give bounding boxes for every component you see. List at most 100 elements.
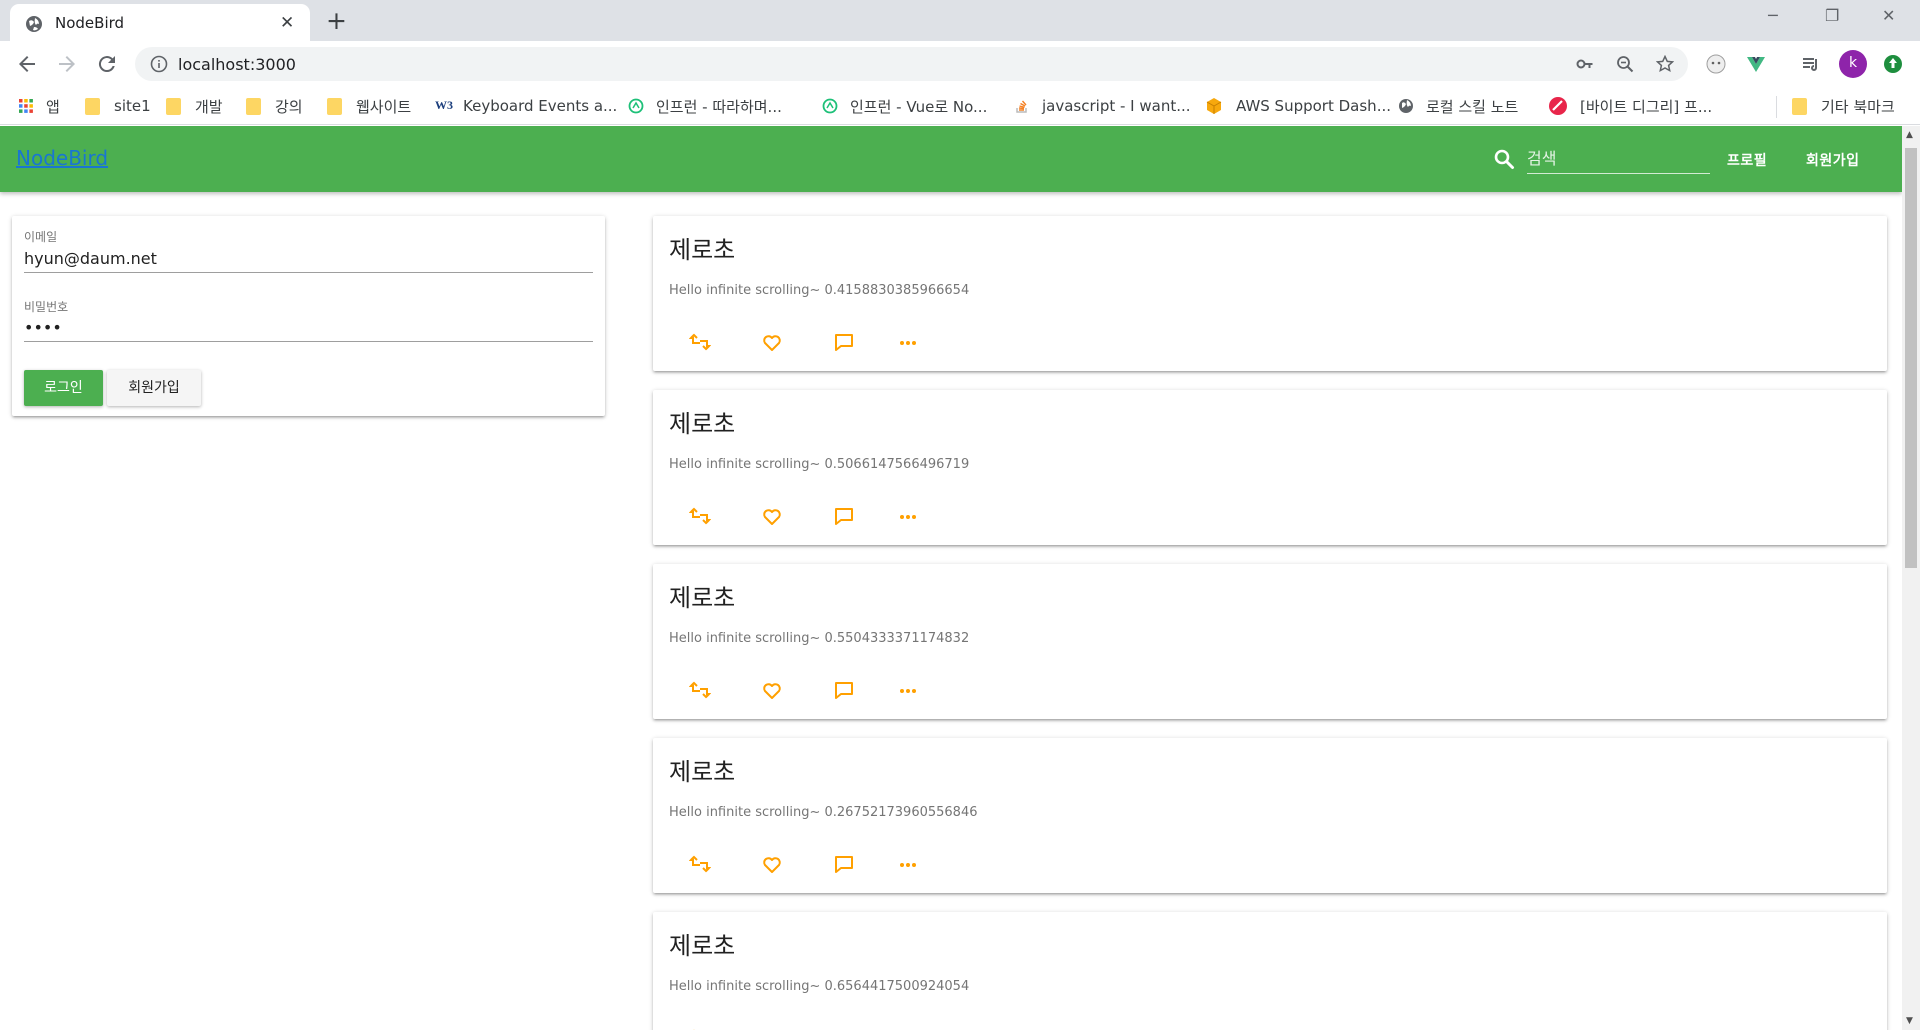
- post-content: Hello infinite scrolling~ 0.415883038596…: [669, 283, 970, 298]
- heart-icon[interactable]: [757, 676, 787, 706]
- bookmark-folder-dev[interactable]: 개발: [166, 95, 223, 117]
- post-content: Hello infinite scrolling~ 0.267521739605…: [669, 805, 978, 820]
- page-scrollbar[interactable]: ▲ ▼: [1902, 126, 1920, 1030]
- signup-button[interactable]: 회원가입: [107, 370, 201, 406]
- bookmark-aws-support[interactable]: AWS Support Dash...: [1204, 95, 1391, 117]
- login-button[interactable]: 로그인: [24, 370, 103, 406]
- bookmark-keyboard-events[interactable]: W3 Keyboard Events a...: [435, 95, 617, 117]
- email-field[interactable]: [24, 245, 593, 273]
- search-input[interactable]: [1527, 144, 1710, 174]
- post-title: 제로초: [669, 932, 736, 960]
- nav-profile-button[interactable]: 프로필: [1727, 150, 1767, 170]
- bookmark-folder-website[interactable]: 웹사이트: [327, 95, 411, 117]
- post-actions: [669, 328, 929, 358]
- heart-icon[interactable]: [757, 850, 787, 880]
- forward-arrow-icon[interactable]: [55, 52, 79, 76]
- comment-icon[interactable]: [829, 502, 859, 532]
- post-card: 제로초 Hello infinite scrolling~ 0.506614756…: [653, 390, 1887, 545]
- post-actions: [669, 850, 929, 880]
- search-icon[interactable]: [1493, 148, 1515, 170]
- retweet-icon[interactable]: [685, 328, 715, 358]
- post-content: Hello infinite scrolling~ 0.550433337117…: [669, 631, 970, 646]
- update-icon[interactable]: [1882, 53, 1904, 75]
- bookmark-byte-degree[interactable]: [바이트 디그리] 프...: [1548, 95, 1712, 117]
- more-options-icon[interactable]: [893, 328, 923, 358]
- post-content: Hello infinite scrolling~ 0.506614756649…: [669, 457, 970, 472]
- bookmark-folder-site1[interactable]: site1: [85, 95, 151, 117]
- comment-icon[interactable]: [829, 328, 859, 358]
- more-options-icon[interactable]: [893, 676, 923, 706]
- key-icon[interactable]: [1576, 55, 1594, 73]
- close-window-icon[interactable]: ✕: [1882, 6, 1895, 25]
- minimize-window-icon[interactable]: ─: [1768, 6, 1778, 25]
- reload-icon[interactable]: [95, 52, 119, 76]
- retweet-icon[interactable]: [685, 502, 715, 532]
- comment-icon[interactable]: [829, 1024, 859, 1030]
- nav-signup-button[interactable]: 회원가입: [1806, 150, 1860, 170]
- folder-icon: [1792, 97, 1807, 115]
- address-bar[interactable]: localhost:3000: [135, 47, 1688, 81]
- stackoverflow-icon: [1016, 100, 1027, 113]
- bookmark-other-bookmarks[interactable]: 기타 북마크: [1792, 95, 1895, 117]
- heart-icon[interactable]: [757, 328, 787, 358]
- byte-degree-icon: [1549, 97, 1567, 115]
- post-card: 제로초 Hello infinite scrolling~ 0.550433337…: [653, 564, 1887, 719]
- bookmark-stackoverflow[interactable]: javascript - I want...: [1014, 95, 1191, 117]
- retweet-icon[interactable]: [685, 1024, 715, 1030]
- password-field[interactable]: [24, 314, 593, 342]
- restore-window-icon[interactable]: ❐: [1825, 6, 1839, 25]
- zoom-out-icon[interactable]: [1616, 55, 1634, 73]
- bookmark-folder-lecture[interactable]: 강의: [246, 95, 303, 117]
- comment-icon[interactable]: [829, 850, 859, 880]
- bookmark-local-skill-note[interactable]: 로컬 스킬 노트: [1398, 95, 1518, 117]
- retweet-icon[interactable]: [685, 676, 715, 706]
- extension-face-icon[interactable]: [1705, 53, 1727, 75]
- heart-icon[interactable]: [757, 502, 787, 532]
- close-tab-icon[interactable]: ✕: [280, 13, 294, 33]
- post-actions: [669, 1024, 929, 1030]
- browser-tab-strip: NodeBird ✕ + ─ ❐ ✕: [0, 0, 1920, 41]
- bookmark-label: 기타 북마크: [1821, 97, 1895, 116]
- url-text[interactable]: localhost:3000: [178, 55, 296, 74]
- heart-icon[interactable]: [757, 1024, 787, 1030]
- page-viewport: NodeBird 프로필 회원가입 이메일 비밀번호 로그인 회원가입 제로초 H…: [0, 126, 1902, 1030]
- bookmarks-bar: 앱 site1 개발 강의 웹사이트 W3 Keyboard Events a.…: [0, 88, 1920, 125]
- post-actions: [669, 502, 929, 532]
- bookmark-label: 웹사이트: [356, 97, 412, 116]
- post-card: 제로초 Hello infinite scrolling~ 0.656441750…: [653, 912, 1887, 1030]
- post-content: Hello infinite scrolling~ 0.656441750092…: [669, 979, 970, 994]
- apps-grid-icon: [19, 99, 33, 113]
- password-label: 비밀번호: [24, 300, 69, 314]
- profile-avatar[interactable]: k: [1839, 50, 1867, 78]
- comment-icon[interactable]: [829, 676, 859, 706]
- post-title: 제로초: [669, 758, 736, 786]
- more-options-icon[interactable]: [893, 850, 923, 880]
- vue-devtools-icon[interactable]: [1745, 53, 1767, 75]
- info-icon[interactable]: [150, 55, 168, 73]
- brand-link[interactable]: NodeBird: [16, 146, 108, 170]
- bookmark-label: 로컬 스킬 노트: [1426, 97, 1519, 116]
- w3-icon: W3: [435, 98, 453, 112]
- aws-icon: [1206, 98, 1222, 114]
- bookmark-apps[interactable]: 앱: [18, 95, 60, 117]
- post-title: 제로초: [669, 584, 736, 612]
- bookmark-inflearn-2[interactable]: 인프런 - Vue로 No...: [822, 95, 987, 117]
- star-bookmark-icon[interactable]: [1656, 55, 1674, 73]
- scroll-up-arrow-icon[interactable]: ▲: [1906, 130, 1913, 140]
- retweet-icon[interactable]: [685, 850, 715, 880]
- media-queue-icon[interactable]: [1800, 53, 1822, 75]
- new-tab-button[interactable]: +: [326, 6, 347, 35]
- folder-icon: [246, 97, 261, 115]
- bookmark-label: [바이트 디그리] 프...: [1580, 97, 1713, 116]
- back-arrow-icon[interactable]: [15, 52, 39, 76]
- scroll-down-arrow-icon[interactable]: ▼: [1906, 1016, 1913, 1026]
- more-options-icon[interactable]: [893, 502, 923, 532]
- post-title: 제로초: [669, 410, 736, 438]
- scroll-thumb[interactable]: [1905, 148, 1917, 568]
- bookmark-label: AWS Support Dash...: [1236, 97, 1391, 115]
- bookmarks-divider: [1776, 96, 1777, 118]
- bookmark-inflearn-1[interactable]: 인프런 - 따라하며...: [628, 95, 782, 117]
- bookmark-label: javascript - I want...: [1042, 97, 1191, 115]
- more-options-icon[interactable]: [893, 1024, 923, 1030]
- browser-tab[interactable]: NodeBird ✕: [10, 4, 310, 41]
